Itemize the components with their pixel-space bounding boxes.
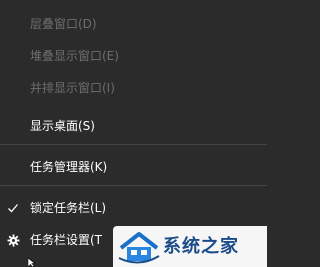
menu-item-lock-taskbar[interactable]: 锁定任务栏(L) [0,197,267,219]
menu-item-label: 层叠窗口(D) [30,17,97,31]
menu-item-label: 任务栏设置(T [30,233,103,247]
checkmark-icon [5,197,21,219]
watermark-logo: 系统之家 [113,226,267,267]
mouse-cursor-icon [28,258,36,267]
menu-divider [0,144,267,145]
menu-item-cascade-windows[interactable]: 层叠窗口(D) [0,13,267,35]
menu-item-label: 堆叠显示窗口(E) [30,49,119,63]
menu-item-label: 显示桌面(S) [30,119,95,133]
menu-item-stack-windows[interactable]: 堆叠显示窗口(E) [0,45,267,67]
gear-icon [5,229,21,251]
menu-divider [0,185,267,186]
menu-item-show-desktop[interactable]: 显示桌面(S) [0,115,267,137]
menu-item-label: 任务管理器(K) [30,160,108,174]
menu-item-label: 并排显示窗口(I) [30,81,115,95]
house-logo-icon [118,232,160,264]
menu-item-side-by-side-windows[interactable]: 并排显示窗口(I) [0,77,267,99]
watermark-text: 系统之家 [163,236,239,257]
menu-item-label: 锁定任务栏(L) [30,201,107,215]
menu-item-task-manager[interactable]: 任务管理器(K) [0,156,267,178]
